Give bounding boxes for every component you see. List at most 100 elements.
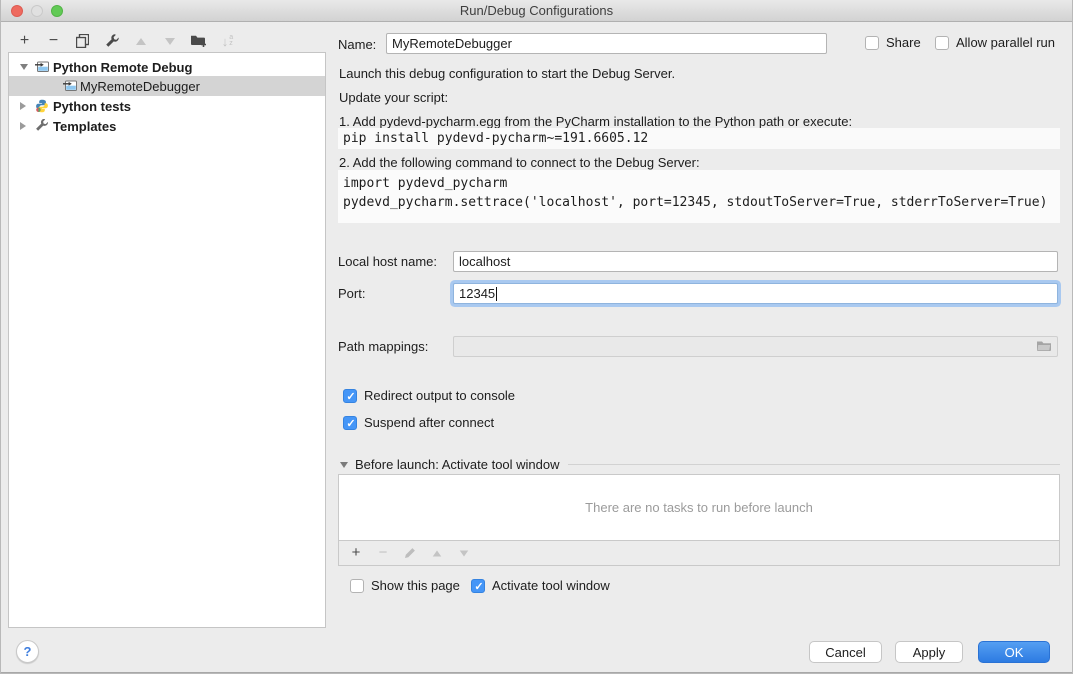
path-mappings-input[interactable] bbox=[453, 336, 1058, 357]
show-this-page-checkbox[interactable] bbox=[350, 579, 364, 593]
code-line: import pydevd_pycharm bbox=[343, 174, 1055, 193]
sort-alphabetically-icon: ↓ az bbox=[222, 34, 233, 49]
allow-parallel-run-checkbox[interactable] bbox=[935, 36, 949, 50]
window-bottom-edge bbox=[1, 672, 1072, 673]
add-task-button[interactable]: + bbox=[348, 544, 364, 562]
empty-task-list-text: There are no tasks to run before launch bbox=[585, 500, 813, 515]
tree-item-label: Python tests bbox=[53, 99, 131, 114]
redirect-output-checkbox-group[interactable]: Redirect output to console bbox=[343, 388, 515, 403]
edit-templates-button[interactable] bbox=[102, 32, 121, 50]
name-input[interactable]: MyRemoteDebugger bbox=[386, 33, 827, 54]
move-up-button[interactable] bbox=[131, 32, 150, 50]
cancel-button[interactable]: Cancel bbox=[809, 641, 882, 663]
redirect-output-checkbox[interactable] bbox=[343, 389, 357, 403]
new-folder-button[interactable] bbox=[189, 32, 208, 50]
pencil-icon bbox=[404, 547, 416, 559]
before-launch-section-header[interactable]: Before launch: Activate tool window bbox=[340, 457, 1060, 472]
chevron-right-icon[interactable] bbox=[20, 122, 26, 130]
move-down-icon bbox=[165, 38, 175, 45]
edit-task-button[interactable] bbox=[402, 544, 418, 562]
configuration-form: Name: MyRemoteDebugger Share Allow paral… bbox=[338, 22, 1060, 628]
run-config-icon bbox=[63, 79, 77, 93]
step-2-text: 2. Add the following command to connect … bbox=[339, 155, 700, 170]
section-divider bbox=[568, 464, 1060, 465]
move-task-down-button[interactable] bbox=[456, 544, 472, 562]
step-1-text: 1. Add pydevd-pycharm.egg from the PyCha… bbox=[339, 114, 852, 129]
redirect-output-label: Redirect output to console bbox=[364, 388, 515, 403]
new-folder-icon bbox=[190, 34, 207, 48]
tree-item-label: Python Remote Debug bbox=[53, 60, 192, 75]
remove-icon: − bbox=[49, 33, 58, 49]
add-icon: + bbox=[20, 33, 29, 49]
close-window-icon[interactable] bbox=[11, 5, 23, 17]
tree-item-templates[interactable]: Templates bbox=[9, 116, 325, 136]
before-launch-task-list[interactable]: There are no tasks to run before launch bbox=[338, 474, 1060, 541]
show-this-page-label: Show this page bbox=[371, 578, 460, 593]
description-line-2: Update your script: bbox=[339, 90, 448, 105]
configurations-tree: Python Remote Debug MyRemoteDebugger Pyt… bbox=[8, 52, 326, 628]
collapse-icon[interactable] bbox=[340, 462, 348, 468]
activate-tool-window-checkbox-group[interactable]: Activate tool window bbox=[471, 578, 610, 593]
question-mark-icon: ? bbox=[24, 644, 32, 659]
help-button[interactable]: ? bbox=[16, 640, 39, 663]
wrench-icon bbox=[35, 119, 49, 133]
share-checkbox[interactable] bbox=[865, 36, 879, 50]
activate-tool-window-label: Activate tool window bbox=[492, 578, 610, 593]
minimize-window-icon bbox=[31, 5, 43, 17]
suspend-after-connect-checkbox-group[interactable]: Suspend after connect bbox=[343, 415, 494, 430]
chevron-down-icon[interactable] bbox=[20, 64, 28, 70]
port-input[interactable]: 12345 bbox=[453, 283, 1058, 304]
show-this-page-checkbox-group[interactable]: Show this page bbox=[350, 578, 460, 593]
ok-button-label: OK bbox=[1005, 645, 1024, 660]
move-up-icon bbox=[433, 550, 442, 556]
allow-parallel-run-label: Allow parallel run bbox=[956, 35, 1055, 50]
run-debug-configurations-dialog: Run/Debug Configurations + − bbox=[0, 0, 1073, 674]
share-checkbox-group[interactable]: Share bbox=[865, 35, 921, 50]
apply-button[interactable]: Apply bbox=[895, 641, 963, 663]
remove-configuration-button[interactable]: − bbox=[44, 32, 63, 50]
pip-install-code: pip install pydevd-pycharm~=191.6605.12 bbox=[338, 128, 1060, 149]
port-value: 12345 bbox=[459, 286, 495, 301]
path-mappings-label: Path mappings: bbox=[338, 336, 428, 357]
name-value: MyRemoteDebugger bbox=[392, 36, 512, 51]
move-down-button[interactable] bbox=[160, 32, 179, 50]
port-label: Port: bbox=[338, 283, 365, 304]
local-host-name-input[interactable]: localhost bbox=[453, 251, 1058, 272]
activate-tool-window-checkbox[interactable] bbox=[471, 579, 485, 593]
python-tests-icon bbox=[35, 99, 49, 113]
local-host-name-label: Local host name: bbox=[338, 251, 437, 272]
apply-button-label: Apply bbox=[913, 645, 946, 660]
before-launch-toolbar: + − bbox=[338, 541, 1060, 566]
window-title: Run/Debug Configurations bbox=[1, 0, 1072, 21]
before-launch-title: Before launch: Activate tool window bbox=[355, 457, 560, 472]
cancel-button-label: Cancel bbox=[825, 645, 865, 660]
tree-item-my-remote-debugger[interactable]: MyRemoteDebugger bbox=[9, 76, 325, 96]
description-line-1: Launch this debug configuration to start… bbox=[339, 66, 675, 81]
ok-button[interactable]: OK bbox=[978, 641, 1050, 663]
remove-icon: − bbox=[379, 545, 388, 561]
suspend-after-connect-label: Suspend after connect bbox=[364, 415, 494, 430]
move-down-icon bbox=[460, 550, 469, 556]
move-task-up-button[interactable] bbox=[429, 544, 445, 562]
configurations-toolbar: + − ↓ bbox=[15, 31, 237, 51]
tree-item-python-remote-debug[interactable]: Python Remote Debug bbox=[9, 57, 325, 77]
tree-item-label: MyRemoteDebugger bbox=[80, 79, 200, 94]
tree-item-python-tests[interactable]: Python tests bbox=[9, 96, 325, 116]
title-bar: Run/Debug Configurations bbox=[1, 0, 1072, 22]
allow-parallel-run-checkbox-group[interactable]: Allow parallel run bbox=[935, 35, 1055, 50]
add-icon: + bbox=[352, 545, 361, 561]
chevron-right-icon[interactable] bbox=[20, 102, 26, 110]
settrace-code-block: import pydevd_pycharmpydevd_pycharm.sett… bbox=[338, 170, 1060, 223]
remove-task-button[interactable]: − bbox=[375, 544, 391, 562]
move-up-icon bbox=[136, 38, 146, 45]
code-line: pydevd_pycharm.settrace('localhost', por… bbox=[343, 193, 1055, 212]
suspend-after-connect-checkbox[interactable] bbox=[343, 416, 357, 430]
add-configuration-button[interactable]: + bbox=[15, 32, 34, 50]
share-label: Share bbox=[886, 35, 921, 50]
sort-configurations-button[interactable]: ↓ az bbox=[218, 32, 237, 50]
wrench-icon bbox=[105, 34, 119, 48]
zoom-window-icon[interactable] bbox=[51, 5, 63, 17]
copy-configuration-button[interactable] bbox=[73, 32, 92, 50]
folder-icon[interactable] bbox=[1036, 340, 1052, 353]
name-label: Name: bbox=[338, 34, 376, 55]
